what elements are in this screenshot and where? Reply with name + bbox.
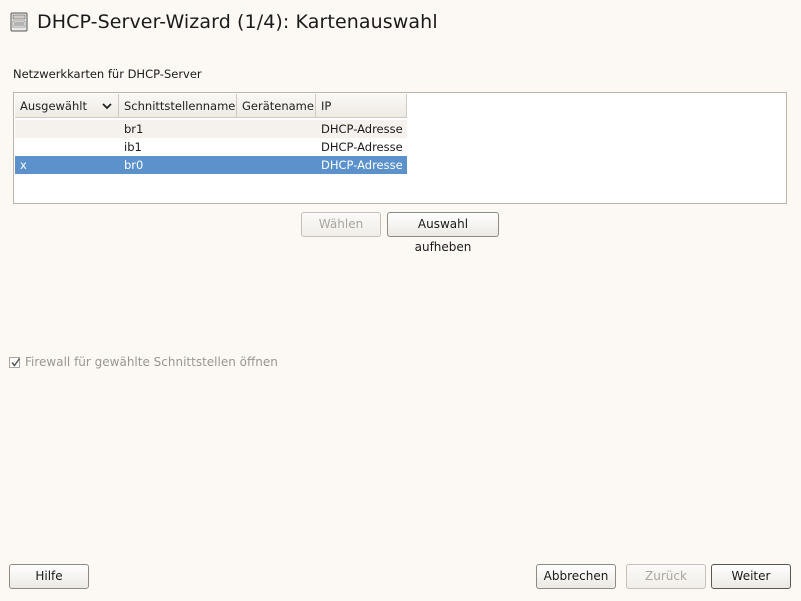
cell-device [237,138,316,156]
column-header-ip[interactable]: IP [316,94,407,118]
column-header-device[interactable]: Gerätename [237,94,316,118]
next-button[interactable]: Weiter [711,564,791,589]
checkmark-icon [11,357,21,367]
cell-ip: DHCP-Adresse [321,140,403,154]
server-rack-icon [10,12,28,32]
table-row[interactable]: br1 DHCP-Adresse [15,120,407,138]
deselect-button[interactable]: Auswahl aufheben [387,212,499,254]
network-cards-label: Netzwerkkarten für DHCP-Server [13,67,202,81]
abort-button[interactable]: Abbrechen [536,564,616,589]
table-body: br1 DHCP-Adresse ib1 DHCP-Adresse x br0 … [15,120,785,174]
table-header: Ausgewählt Schnittstellenname Gerätename… [15,94,407,119]
column-header-selected[interactable]: Ausgewählt [15,94,119,118]
firewall-option[interactable]: Firewall für gewählte Schnittstellen öff… [9,355,278,369]
table-row-selected[interactable]: x br0 DHCP-Adresse [15,156,407,174]
cell-selected: x [20,158,27,172]
cell-interface: br0 [124,158,144,172]
back-button[interactable]: Zurück [626,564,706,589]
cell-selected [15,120,119,138]
cell-interface: ib1 [124,140,142,154]
table-row[interactable]: ib1 DHCP-Adresse [15,138,407,156]
help-button[interactable]: Hilfe [9,564,89,589]
cell-selected [15,138,119,156]
firewall-label: Firewall für gewählte Schnittstellen öff… [25,355,278,369]
cell-device [237,156,316,174]
chevron-down-icon [102,103,112,110]
cell-interface: br1 [124,122,144,136]
column-header-interface[interactable]: Schnittstellenname [119,94,237,118]
cell-ip: DHCP-Adresse [321,122,403,136]
cell-device [237,120,316,138]
network-cards-table[interactable]: Ausgewählt Schnittstellenname Gerätename… [13,92,787,204]
window-titlebar: DHCP-Server-Wizard (1/4): Kartenauswahl [8,8,438,36]
cell-ip: DHCP-Adresse [321,158,403,172]
firewall-checkbox[interactable] [9,356,21,368]
select-button[interactable]: Wählen [301,212,381,237]
window-title: DHCP-Server-Wizard (1/4): Kartenauswahl [37,11,438,33]
